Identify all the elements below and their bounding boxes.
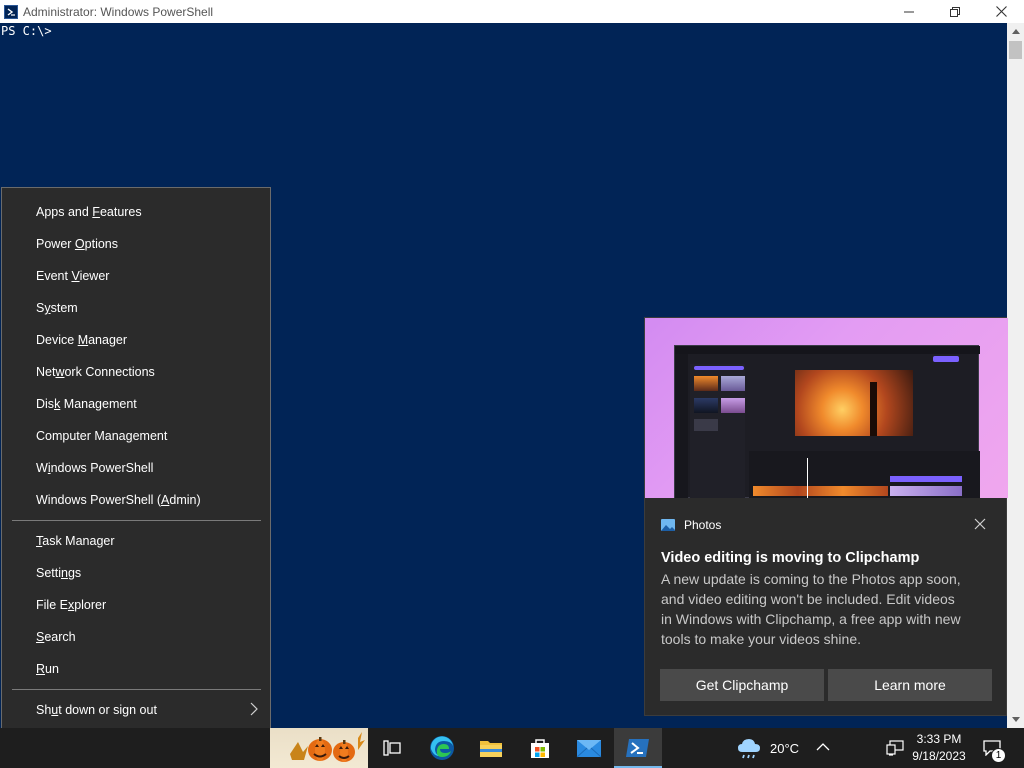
window-title: Administrator: Windows PowerShell xyxy=(23,4,214,19)
photos-app-icon xyxy=(661,519,675,531)
restore-icon xyxy=(950,6,960,17)
toast-notification[interactable]: Photos Video editing is moving to Clipch… xyxy=(644,317,1008,716)
task-view-icon[interactable] xyxy=(368,728,416,768)
file-explorer-icon[interactable] xyxy=(467,728,515,768)
taskbar-clock[interactable]: 3:33 PM 9/18/2023 xyxy=(900,731,978,765)
notification-count-badge: 1 xyxy=(991,748,1006,763)
toast-body-line: in Windows with Clipchamp, a free app wi… xyxy=(661,611,961,627)
menu-item-windows-powershell[interactable]: Windows PowerShell xyxy=(36,458,153,478)
restore-button[interactable] xyxy=(932,0,978,23)
toast-body: A new update is coming to the Photos app… xyxy=(661,569,996,649)
window-titlebar[interactable]: Administrator: Windows PowerShell xyxy=(0,0,1024,23)
learn-more-button[interactable]: Learn more xyxy=(828,669,992,701)
menu-item-power-options[interactable]: Power Options xyxy=(36,234,118,254)
toast-body-line: tools to make your videos shine. xyxy=(661,631,861,647)
menu-item-run[interactable]: Run xyxy=(36,659,59,679)
powershell-app-icon xyxy=(4,4,18,19)
menu-separator xyxy=(12,689,261,690)
scroll-down-arrow-icon[interactable] xyxy=(1007,711,1024,728)
menu-item-windows-powershell-admin[interactable]: Windows PowerShell (Admin) xyxy=(36,490,201,510)
toast-body-line: and video editing won't be included. Edi… xyxy=(661,591,955,607)
menu-item-apps-and-features[interactable]: Apps and Features xyxy=(36,202,142,222)
menu-item-search[interactable]: Search xyxy=(36,627,76,647)
weather-temperature[interactable]: 20°C xyxy=(770,741,799,756)
edge-icon[interactable] xyxy=(418,728,466,768)
menu-item-settings[interactable]: Settings xyxy=(36,563,81,583)
console-prompt: PS C:\> xyxy=(1,24,52,38)
menu-item-file-explorer[interactable]: File Explorer xyxy=(36,595,106,615)
close-icon xyxy=(995,6,1007,17)
store-icon[interactable] xyxy=(516,728,564,768)
clock-time: 3:33 PM xyxy=(916,732,962,746)
menu-item-task-manager[interactable]: Task Manager xyxy=(36,531,115,551)
clock-date: 9/18/2023 xyxy=(912,749,966,763)
powershell-taskbar-icon[interactable] xyxy=(614,728,662,768)
action-center-button[interactable]: 1 xyxy=(980,728,1024,768)
menu-item-event-viewer[interactable]: Event Viewer xyxy=(36,266,109,286)
menu-item-shut-down-or-sign-out[interactable]: Shut down or sign out xyxy=(36,700,157,720)
minimize-button[interactable] xyxy=(886,0,932,23)
scroll-up-arrow-icon[interactable] xyxy=(1007,23,1024,40)
close-window-button[interactable] xyxy=(978,0,1024,23)
show-hidden-icons-chevron-icon[interactable] xyxy=(816,742,830,752)
search-highlight-pumpkins-icon[interactable] xyxy=(270,728,368,768)
toast-hero-image xyxy=(645,318,1008,498)
menu-item-computer-management[interactable]: Computer Management xyxy=(36,426,167,446)
taskbar: 20°C 3:33 PM 9/18/2023 1 xyxy=(0,728,1024,768)
scrollbar-thumb[interactable] xyxy=(1009,41,1022,59)
menu-separator xyxy=(12,520,261,521)
notification-count: 1 xyxy=(995,750,1002,761)
toast-headline: Video editing is moving to Clipchamp xyxy=(661,550,920,566)
menu-item-system[interactable]: System xyxy=(36,298,78,318)
minimize-icon xyxy=(904,11,914,12)
weather-icon[interactable] xyxy=(736,736,764,760)
get-clipchamp-button[interactable]: Get Clipchamp xyxy=(660,669,824,701)
power-user-menu: Apps and Features Power Options Event Vi… xyxy=(1,187,271,767)
toast-app-name: Photos xyxy=(684,518,722,532)
menu-item-disk-management[interactable]: Disk Management xyxy=(36,394,137,414)
menu-item-device-manager[interactable]: Device Manager xyxy=(36,330,127,350)
toast-body-line: A new update is coming to the Photos app… xyxy=(661,571,961,587)
vertical-scrollbar[interactable] xyxy=(1007,23,1024,728)
toast-close-icon[interactable] xyxy=(974,518,986,530)
chevron-right-icon xyxy=(250,702,258,716)
menu-item-network-connections[interactable]: Network Connections xyxy=(36,362,155,382)
mail-icon[interactable] xyxy=(565,728,613,768)
clipchamp-preview-image xyxy=(674,345,980,498)
